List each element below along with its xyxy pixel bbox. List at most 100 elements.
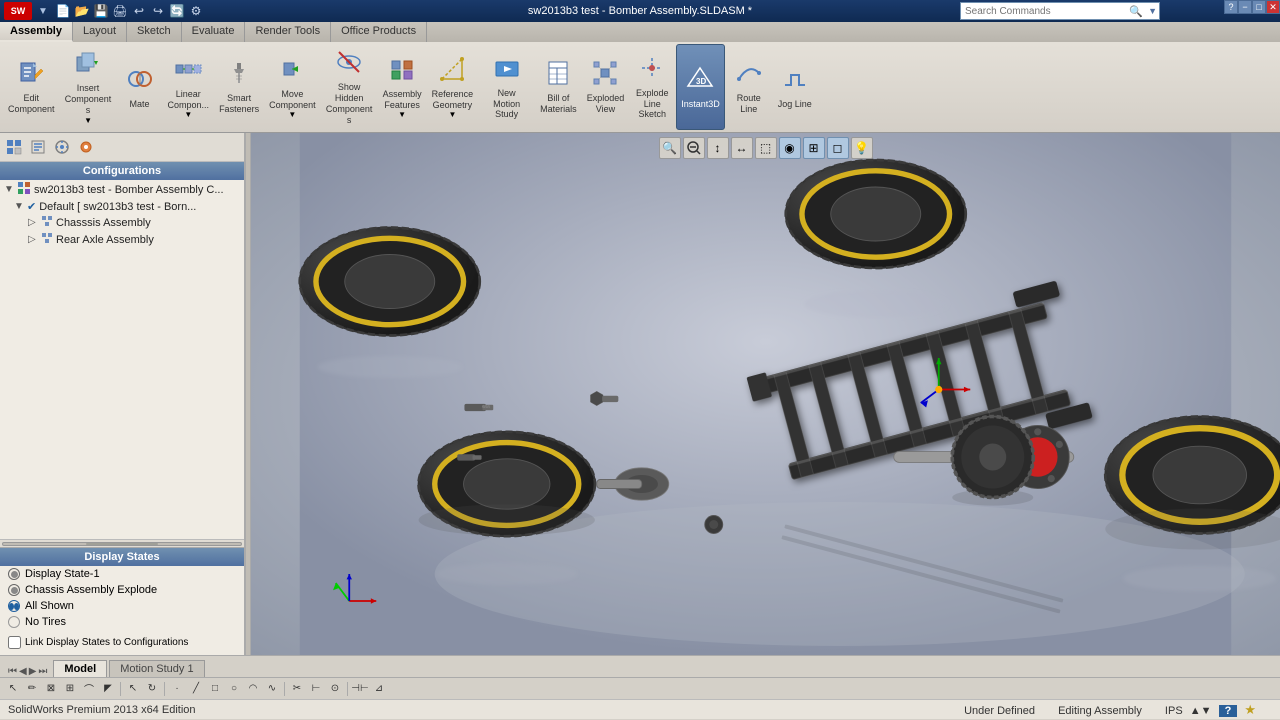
- assembly-features-arrow[interactable]: ▼: [398, 110, 406, 119]
- route-line-btn[interactable]: RouteLine: [727, 44, 771, 130]
- insert-components-btn[interactable]: InsertComponents ▼: [61, 44, 116, 130]
- minimize-btn[interactable]: −: [1238, 0, 1252, 14]
- assembly-features-btn[interactable]: AssemblyFeatures ▼: [379, 44, 426, 130]
- bt-point-btn[interactable]: ·: [168, 680, 186, 698]
- tab-prev-btn[interactable]: ◀: [19, 666, 27, 677]
- open-btn[interactable]: 📂: [73, 2, 91, 20]
- scrollbar-track[interactable]: [2, 542, 242, 546]
- rotate-btn[interactable]: ↔: [731, 137, 753, 159]
- redo-btn[interactable]: ↪: [149, 2, 167, 20]
- tab-office[interactable]: Office Products: [331, 22, 427, 42]
- gold-star-btn[interactable]: ★: [1240, 702, 1260, 717]
- instant3d-btn[interactable]: 3D Instant3D: [676, 44, 725, 130]
- bt-relation-btn[interactable]: ⊿: [370, 680, 388, 698]
- ds-radio-chassis-explode[interactable]: [8, 584, 20, 596]
- bt-select-btn[interactable]: ↖: [4, 680, 22, 698]
- ds-item-no-tires[interactable]: No Tires: [0, 614, 244, 630]
- units-dropdown[interactable]: ▲▼: [1186, 705, 1216, 717]
- move-component-btn[interactable]: MoveComponent ▼: [265, 44, 320, 130]
- bt-rotate-btn[interactable]: ↻: [143, 680, 161, 698]
- tab-model[interactable]: Model: [53, 660, 107, 677]
- tab-motion-study[interactable]: Motion Study 1: [109, 660, 204, 677]
- tree-rear-axle[interactable]: ▷ Rear Axle Assembly: [0, 231, 244, 248]
- properties-icon[interactable]: [27, 136, 49, 158]
- options-btn[interactable]: ⚙: [187, 2, 205, 20]
- bt-arc-btn[interactable]: ◠: [244, 680, 262, 698]
- ds-radio-state1[interactable]: [8, 568, 20, 580]
- feature-tree-icon[interactable]: [3, 136, 25, 158]
- tree-chassis[interactable]: ▷ Chasssis Assembly: [0, 214, 244, 231]
- bt-mirror-btn[interactable]: ⊠: [42, 680, 60, 698]
- lighting-btn[interactable]: 💡: [851, 137, 873, 159]
- undo-btn[interactable]: ↩: [130, 2, 148, 20]
- reference-geometry-arrow[interactable]: ▼: [448, 110, 456, 119]
- bt-offset-btn[interactable]: ⊙: [326, 680, 344, 698]
- display-manager-icon[interactable]: [75, 136, 97, 158]
- zoom-in-btn[interactable]: 🔍: [659, 137, 681, 159]
- move-component-arrow[interactable]: ▼: [288, 110, 296, 119]
- viewport[interactable]: 🔍 ↕ ↔ ⬚ ◉ ⊞ ◻ 💡: [251, 133, 1280, 655]
- tree-expand-chassis[interactable]: ▷: [28, 217, 38, 228]
- bt-circle-btn[interactable]: ○: [225, 680, 243, 698]
- config-icon[interactable]: [51, 136, 73, 158]
- reference-geometry-btn[interactable]: ReferenceGeometry ▼: [428, 44, 478, 130]
- bt-dim-btn[interactable]: ⊣⊢: [351, 680, 369, 698]
- tab-layout[interactable]: Layout: [73, 22, 127, 42]
- link-display-checkbox[interactable]: [8, 636, 21, 649]
- new-btn[interactable]: 📄: [54, 2, 72, 20]
- tree-expand-rear-axle[interactable]: ▷: [28, 234, 38, 245]
- linear-comp-btn[interactable]: LinearCompon... ▼: [164, 44, 214, 130]
- zoom-fit-btn[interactable]: ⬚: [755, 137, 777, 159]
- display-style-btn[interactable]: ◻: [827, 137, 849, 159]
- ds-item-chassis-explode[interactable]: Chassis Assembly Explode: [0, 582, 244, 598]
- explode-line-btn[interactable]: ExplodeLineSketch: [630, 44, 674, 130]
- exploded-view-btn[interactable]: ExplodedView: [583, 44, 629, 130]
- bt-spline-btn[interactable]: ∿: [263, 680, 281, 698]
- ds-radio-no-tires[interactable]: [8, 616, 20, 628]
- bt-extend-btn[interactable]: ⊢: [307, 680, 325, 698]
- search-dropdown[interactable]: ▼: [1146, 6, 1159, 16]
- tab-sketch[interactable]: Sketch: [127, 22, 182, 42]
- show-hidden-btn[interactable]: ShowHiddenComponents: [322, 44, 377, 130]
- ds-radio-all-shown[interactable]: [8, 600, 20, 612]
- bt-pattern-btn[interactable]: ⊞: [61, 680, 79, 698]
- tree-expand-default[interactable]: ▼: [14, 201, 24, 212]
- maximize-btn[interactable]: □: [1252, 0, 1266, 14]
- edit-component-btn[interactable]: EditComponent: [4, 44, 59, 130]
- zoom-out-btn[interactable]: [683, 137, 705, 159]
- help-status-btn[interactable]: ?: [1219, 705, 1238, 717]
- tab-evaluate[interactable]: Evaluate: [182, 22, 246, 42]
- ds-item-all-shown[interactable]: All Shown: [0, 598, 244, 614]
- bt-fillet-btn[interactable]: ⌒: [80, 680, 98, 698]
- tab-last-btn[interactable]: ⏭: [38, 666, 47, 677]
- bt-rect-btn[interactable]: □: [206, 680, 224, 698]
- tab-render[interactable]: Render Tools: [245, 22, 331, 42]
- help-btn[interactable]: ?: [1224, 0, 1238, 14]
- bill-of-materials-btn[interactable]: Bill ofMaterials: [536, 44, 581, 130]
- smart-fasteners-btn[interactable]: SmartFasteners: [215, 44, 263, 130]
- tab-next-btn[interactable]: ▶: [29, 666, 37, 677]
- bt-arrow-btn[interactable]: ↖: [124, 680, 142, 698]
- tab-assembly[interactable]: Assembly: [0, 22, 73, 42]
- section-view-btn[interactable]: ⊞: [803, 137, 825, 159]
- tab-first-btn[interactable]: ⏮: [8, 666, 17, 677]
- print-btn[interactable]: 🖨: [111, 2, 129, 20]
- view-orient-btn[interactable]: ◉: [779, 137, 801, 159]
- bt-chamfer-btn[interactable]: ◤: [99, 680, 117, 698]
- ds-item-state1[interactable]: Display State-1: [0, 566, 244, 582]
- mate-btn[interactable]: Mate: [118, 44, 162, 130]
- bt-trim-btn[interactable]: ✂: [288, 680, 306, 698]
- tree-root[interactable]: ▼ sw2013b3 test - Bomber Assembly C...: [0, 180, 244, 199]
- search-input[interactable]: [961, 6, 1126, 17]
- linear-comp-arrow[interactable]: ▼: [184, 110, 192, 119]
- pan-btn[interactable]: ↕: [707, 137, 729, 159]
- bt-line-btn[interactable]: ╱: [187, 680, 205, 698]
- jog-line-btn[interactable]: Jog Line: [773, 44, 817, 130]
- close-btn[interactable]: ✕: [1266, 0, 1280, 14]
- insert-components-arrow[interactable]: ▼: [84, 116, 92, 125]
- tree-expand-root[interactable]: ▼: [4, 184, 14, 195]
- tree-default-config[interactable]: ▼ ✔ Default [ sw2013b3 test - Born...: [0, 199, 244, 214]
- link-display-label[interactable]: Link Display States to Configurations: [25, 637, 188, 648]
- save-btn[interactable]: 💾: [92, 2, 110, 20]
- new-motion-btn[interactable]: New MotionStudy: [479, 44, 534, 130]
